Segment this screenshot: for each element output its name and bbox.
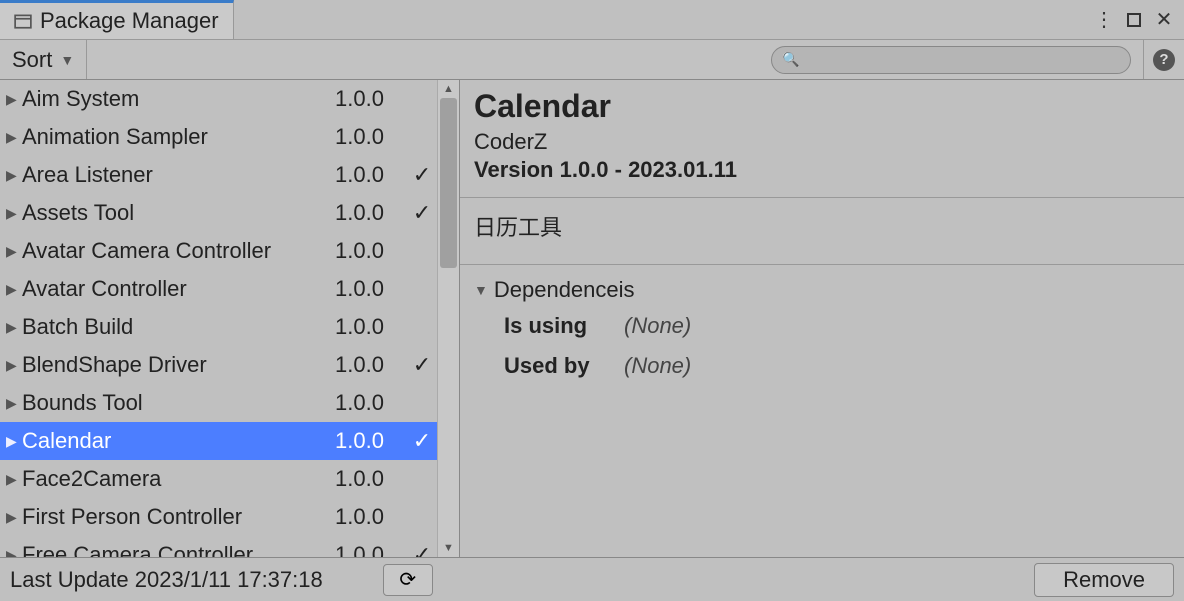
search-input[interactable]: 🔍 [771,46,1131,74]
expand-icon: ▶ [6,167,22,184]
package-version: 1.0.0 [335,428,407,454]
package-row[interactable]: ▶Free Camera Controller1.0.0✓ [0,536,437,557]
is-using-value: (None) [624,313,691,339]
package-row[interactable]: ▶Face2Camera1.0.0 [0,460,437,498]
search-icon: 🔍 [782,51,799,68]
window-tab[interactable]: Package Manager [0,0,234,39]
package-row[interactable]: ▶First Person Controller1.0.0 [0,498,437,536]
package-name: Area Listener [22,162,335,188]
package-version: 1.0.0 [335,276,407,302]
detail-panel: Calendar CoderZ Version 1.0.0 - 2023.01.… [460,80,1184,557]
package-name: Avatar Controller [22,276,335,302]
package-version: 1.0.0 [335,352,407,378]
footer: Last Update 2023/1/11 17:37:18 ⟳ Remove [0,557,1184,601]
scrollbar[interactable]: ▲ ▼ [437,80,459,557]
package-name: Calendar [22,428,335,454]
package-row[interactable]: ▶Assets Tool1.0.0✓ [0,194,437,232]
expand-icon: ▶ [6,433,22,450]
package-name: Animation Sampler [22,124,335,150]
is-using-label: Is using [504,313,624,339]
package-row[interactable]: ▶Batch Build1.0.0 [0,308,437,346]
sort-dropdown[interactable]: Sort ▼ [0,40,87,79]
package-row[interactable]: ▶BlendShape Driver1.0.0✓ [0,346,437,384]
scroll-up-icon[interactable]: ▲ [438,80,459,98]
scroll-thumb[interactable] [440,98,457,268]
package-row[interactable]: ▶Avatar Controller1.0.0 [0,270,437,308]
sort-label: Sort [12,47,52,73]
package-version: 1.0.0 [335,542,407,557]
package-icon [14,12,32,30]
package-name: Assets Tool [22,200,335,226]
expand-icon: ▶ [6,129,22,146]
package-version: 1.0.0 [335,238,407,264]
package-name: Avatar Camera Controller [22,238,335,264]
package-name: Face2Camera [22,466,335,492]
package-list: ▶Aim System1.0.0▶Animation Sampler1.0.0▶… [0,80,437,557]
help-button[interactable]: ? [1144,40,1184,79]
remove-button[interactable]: Remove [1034,563,1174,597]
expand-icon: ▶ [6,547,22,558]
window-title: Package Manager [40,8,219,34]
package-version: 1.0.0 [335,314,407,340]
package-version: 1.0.0 [335,162,407,188]
package-description: 日历工具 [474,210,1170,242]
package-author: CoderZ [474,129,1170,155]
expand-icon: ▶ [6,281,22,298]
expand-icon: ▶ [6,91,22,108]
package-name: BlendShape Driver [22,352,335,378]
expand-icon: ▶ [6,509,22,526]
package-version: Version 1.0.0 - 2023.01.11 [474,157,1170,183]
package-row[interactable]: ▶Area Listener1.0.0✓ [0,156,437,194]
package-name: Aim System [22,86,335,112]
help-icon: ? [1153,49,1175,71]
package-row[interactable]: ▶Calendar1.0.0✓ [0,422,437,460]
scroll-down-icon[interactable]: ▼ [438,539,459,557]
package-version: 1.0.0 [335,466,407,492]
close-icon[interactable]: ✕ [1152,8,1176,32]
dependencies-header[interactable]: ▼ Dependenceis [474,277,1170,303]
package-row[interactable]: ▶Bounds Tool1.0.0 [0,384,437,422]
check-icon: ✓ [407,542,437,557]
package-name: First Person Controller [22,504,335,530]
expand-icon: ▶ [6,395,22,412]
expand-icon: ▶ [6,243,22,260]
expand-icon: ▶ [6,357,22,374]
last-update-text: Last Update 2023/1/11 17:37:18 [10,567,323,593]
kebab-menu-icon[interactable]: ⋮ [1092,8,1116,32]
package-row[interactable]: ▶Animation Sampler1.0.0 [0,118,437,156]
package-version: 1.0.0 [335,86,407,112]
maximize-icon[interactable] [1122,8,1146,32]
refresh-icon: ⟳ [399,567,416,592]
used-by-label: Used by [504,353,624,379]
package-title: Calendar [474,88,1170,125]
check-icon: ✓ [407,352,437,378]
package-name: Bounds Tool [22,390,335,416]
expand-icon: ▶ [6,205,22,222]
expand-icon: ▶ [6,319,22,336]
package-version: 1.0.0 [335,390,407,416]
package-version: 1.0.0 [335,124,407,150]
titlebar: Package Manager ⋮ ✕ [0,0,1184,40]
used-by-value: (None) [624,353,691,379]
package-name: Free Camera Controller [22,542,335,557]
check-icon: ✓ [407,428,437,454]
package-name: Batch Build [22,314,335,340]
check-icon: ✓ [407,200,437,226]
toolbar: Sort ▼ 🔍 ? [0,40,1184,80]
package-version: 1.0.0 [335,200,407,226]
expand-icon: ▶ [6,471,22,488]
chevron-down-icon: ▼ [474,282,488,298]
check-icon: ✓ [407,162,437,188]
chevron-down-icon: ▼ [60,52,74,68]
package-version: 1.0.0 [335,504,407,530]
package-row[interactable]: ▶Avatar Camera Controller1.0.0 [0,232,437,270]
package-row[interactable]: ▶Aim System1.0.0 [0,80,437,118]
refresh-button[interactable]: ⟳ [383,564,433,596]
